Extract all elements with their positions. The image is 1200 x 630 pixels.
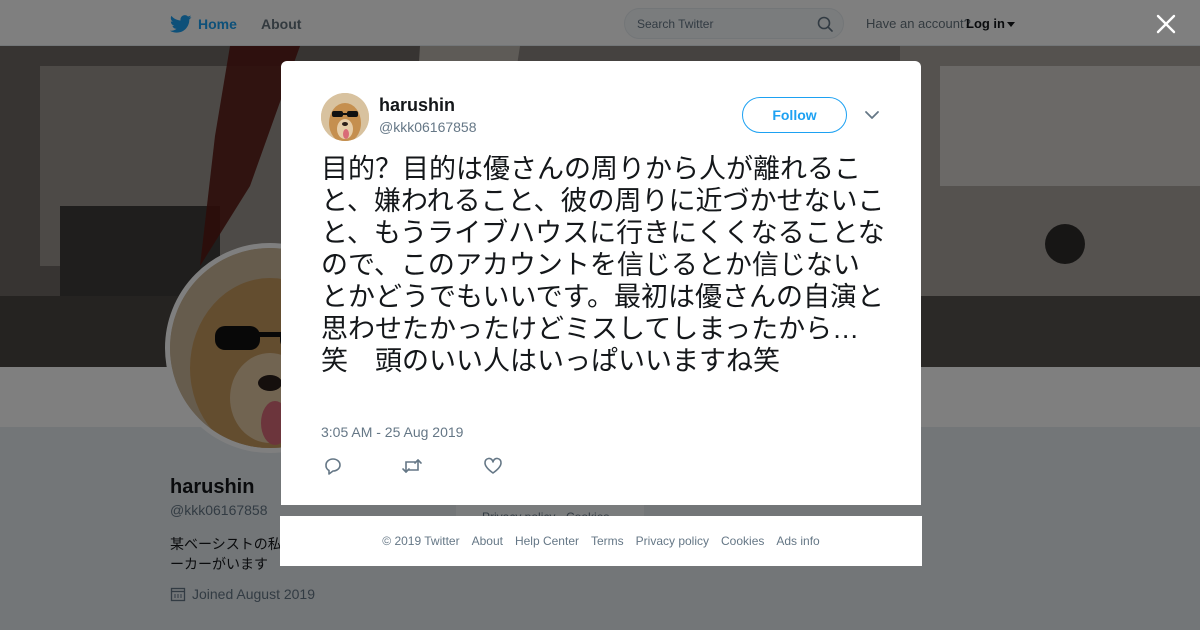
tweet-author-handle[interactable]: @kkk06167858 <box>379 119 477 135</box>
footer-help-link[interactable]: Help Center <box>515 534 579 548</box>
tweet-text: 目的？目的は優さんの周りから人が離れること、嫌われること、彼の周りに近づかせない… <box>321 154 885 376</box>
footer-ads-link[interactable]: Ads info <box>776 534 819 548</box>
footer-about-link[interactable]: About <box>472 534 503 548</box>
close-icon[interactable] <box>1153 11 1179 37</box>
footer-copyright: © 2019 Twitter <box>382 534 460 548</box>
follow-button[interactable]: Follow <box>742 97 847 133</box>
footer-terms-link[interactable]: Terms <box>591 534 624 548</box>
chevron-down-icon[interactable] <box>863 108 881 122</box>
dog-avatar-image <box>321 93 369 141</box>
modal-footer: © 2019 Twitter About Help Center Terms P… <box>280 516 922 566</box>
tweet-author-name[interactable]: harushin <box>379 95 455 116</box>
tweet-modal: harushin @kkk06167858 Follow 目的？目的は優さんの周… <box>281 61 921 505</box>
tweet-avatar[interactable] <box>321 93 369 141</box>
reply-icon[interactable] <box>322 456 344 476</box>
footer-cookies-link[interactable]: Cookies <box>721 534 764 548</box>
tweet-timestamp[interactable]: 3:05 AM - 25 Aug 2019 <box>321 424 463 440</box>
retweet-icon[interactable] <box>401 456 423 476</box>
heart-icon[interactable] <box>482 456 504 476</box>
footer-privacy-link[interactable]: Privacy policy <box>636 534 709 548</box>
